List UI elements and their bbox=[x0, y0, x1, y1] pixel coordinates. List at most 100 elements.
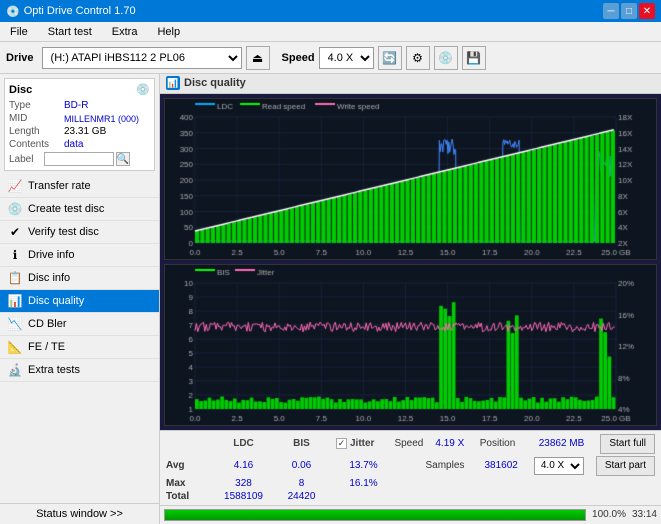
disc-quality-title: Disc quality bbox=[184, 77, 246, 89]
disc-info-panel: Disc 💿 Type BD-R MID MILLENMR1 (000) Len… bbox=[4, 78, 155, 171]
toolbar: Drive (H:) ATAPI iHBS112 2 PL06 ⏏ Speed … bbox=[0, 42, 661, 74]
samples-value: 381602 bbox=[484, 460, 517, 471]
disc-panel-title: Disc bbox=[9, 84, 32, 96]
stats-avg-row: Avg 4.16 0.06 13.7% Samples 381602 4.0 X bbox=[166, 456, 655, 476]
disc-icon: 💿 bbox=[136, 83, 150, 96]
speed-label: Speed bbox=[282, 52, 315, 64]
position-value: 23862 MB bbox=[539, 438, 585, 449]
progress-bar-container bbox=[164, 509, 586, 521]
nav-extra-tests-label: Extra tests bbox=[28, 364, 80, 376]
speed-stat-label: Speed bbox=[394, 438, 423, 449]
status-window-button[interactable]: Status window >> bbox=[0, 503, 159, 524]
nav-cd-bler-label: CD Bler bbox=[28, 318, 67, 330]
nav-create-test-disc-label: Create test disc bbox=[28, 203, 104, 215]
disc-contents-row: Contents data bbox=[9, 139, 150, 150]
title-bar: 💿 Opti Drive Control 1.70 ─ □ ✕ bbox=[0, 0, 661, 22]
app-title: Opti Drive Control 1.70 bbox=[24, 5, 136, 17]
bis-col-header: BIS bbox=[279, 438, 324, 449]
avg-label: Avg bbox=[166, 460, 208, 471]
nav-drive-info[interactable]: ℹ Drive info bbox=[0, 244, 159, 267]
disc-length-row: Length 23.31 GB bbox=[9, 126, 150, 137]
start-full-button[interactable]: Start full bbox=[600, 434, 655, 454]
menu-start-test[interactable]: Start test bbox=[42, 22, 98, 41]
extra-tests-icon: 🔬 bbox=[8, 363, 22, 377]
length-value: 23.31 GB bbox=[64, 126, 106, 137]
speed-select-stats[interactable]: 4.0 X bbox=[534, 457, 584, 475]
mid-value: MILLENMR1 (000) bbox=[64, 114, 139, 124]
verify-test-disc-icon: ✔ bbox=[8, 225, 22, 239]
save-button[interactable]: 💾 bbox=[462, 46, 486, 70]
disc-quality-header-icon: 📊 bbox=[166, 76, 180, 90]
samples-row: Samples 381602 bbox=[425, 460, 517, 471]
nav-transfer-rate[interactable]: 📈 Transfer rate bbox=[0, 175, 159, 198]
progress-percent: 100.0% bbox=[592, 509, 626, 520]
nav-verify-test-disc[interactable]: ✔ Verify test disc bbox=[0, 221, 159, 244]
nav-disc-info[interactable]: 📋 Disc info bbox=[0, 267, 159, 290]
nav-create-test-disc[interactable]: 💿 Create test disc bbox=[0, 198, 159, 221]
disc-button[interactable]: 💿 bbox=[434, 46, 458, 70]
title-bar-controls: ─ □ ✕ bbox=[603, 3, 655, 19]
menu-file[interactable]: File bbox=[4, 22, 34, 41]
create-test-disc-icon: 💿 bbox=[8, 202, 22, 216]
title-bar-title: 💿 Opti Drive Control 1.70 bbox=[6, 5, 136, 18]
stats-total-row: Total 1588109 24420 bbox=[166, 491, 655, 502]
samples-label: Samples bbox=[425, 460, 480, 471]
right-stats: Position 23862 MB bbox=[480, 438, 585, 449]
top-chart bbox=[164, 98, 657, 260]
disc-quality-icon: 📊 bbox=[8, 294, 22, 308]
mid-label: MID bbox=[9, 113, 64, 124]
progress-bar-fill bbox=[165, 510, 585, 520]
content-area: 📊 Disc quality LDC BIS ✓ Jitter bbox=[160, 74, 661, 524]
start-part-button[interactable]: Start part bbox=[596, 456, 655, 476]
label-key: Label bbox=[9, 154, 44, 165]
drive-label: Drive bbox=[6, 52, 34, 64]
total-bis: 24420 bbox=[279, 491, 324, 502]
main-layout: Disc 💿 Type BD-R MID MILLENMR1 (000) Len… bbox=[0, 74, 661, 524]
nav-transfer-rate-label: Transfer rate bbox=[28, 180, 91, 192]
avg-ldc: 4.16 bbox=[216, 460, 271, 471]
length-label: Length bbox=[9, 126, 64, 137]
maximize-button[interactable]: □ bbox=[621, 3, 637, 19]
cd-bler-icon: 📉 bbox=[8, 317, 22, 331]
bottom-chart bbox=[164, 264, 657, 426]
nav-extra-tests[interactable]: 🔬 Extra tests bbox=[0, 359, 159, 382]
stats-panel: LDC BIS ✓ Jitter Speed 4.19 X Position 2… bbox=[160, 430, 661, 505]
speed-stat-value: 4.19 X bbox=[435, 438, 464, 449]
settings-button[interactable]: ⚙ bbox=[406, 46, 430, 70]
nav-cd-bler[interactable]: 📉 CD Bler bbox=[0, 313, 159, 336]
ldc-col-header: LDC bbox=[216, 438, 271, 449]
bis-jitter-chart-canvas bbox=[165, 265, 656, 425]
nav-disc-quality-label: Disc quality bbox=[28, 295, 84, 307]
total-ldc: 1588109 bbox=[216, 491, 271, 502]
nav-fe-te[interactable]: 📐 FE / TE bbox=[0, 336, 159, 359]
refresh-button[interactable]: 🔄 bbox=[378, 46, 402, 70]
label-icon-button[interactable]: 🔍 bbox=[116, 152, 130, 166]
status-window-label: Status window >> bbox=[36, 508, 123, 520]
speed-select[interactable]: 4.0 X bbox=[319, 47, 374, 69]
progress-time: 33:14 bbox=[632, 509, 657, 520]
label-input[interactable] bbox=[44, 152, 114, 166]
jitter-checkbox[interactable]: ✓ bbox=[336, 438, 347, 449]
menu-bar: File Start test Extra Help bbox=[0, 22, 661, 42]
nav-fe-te-label: FE / TE bbox=[28, 341, 65, 353]
contents-label: Contents bbox=[9, 139, 64, 150]
disc-mid-row: MID MILLENMR1 (000) bbox=[9, 113, 150, 124]
menu-help[interactable]: Help bbox=[151, 22, 186, 41]
max-label: Max bbox=[166, 478, 208, 489]
menu-extra[interactable]: Extra bbox=[106, 22, 144, 41]
close-button[interactable]: ✕ bbox=[639, 3, 655, 19]
fe-te-icon: 📐 bbox=[8, 340, 22, 354]
eject-button[interactable]: ⏏ bbox=[246, 46, 270, 70]
minimize-button[interactable]: ─ bbox=[603, 3, 619, 19]
position-label: Position bbox=[480, 438, 535, 449]
disc-quality-header: 📊 Disc quality bbox=[160, 74, 661, 94]
type-value: BD-R bbox=[64, 100, 88, 111]
contents-value: data bbox=[64, 139, 83, 150]
drive-select[interactable]: (H:) ATAPI iHBS112 2 PL06 bbox=[42, 47, 242, 69]
max-ldc: 328 bbox=[216, 478, 271, 489]
transfer-rate-icon: 📈 bbox=[8, 179, 22, 193]
nav-verify-test-disc-label: Verify test disc bbox=[28, 226, 99, 238]
nav-disc-quality[interactable]: 📊 Disc quality bbox=[0, 290, 159, 313]
nav-disc-info-label: Disc info bbox=[28, 272, 70, 284]
type-label: Type bbox=[9, 100, 64, 111]
